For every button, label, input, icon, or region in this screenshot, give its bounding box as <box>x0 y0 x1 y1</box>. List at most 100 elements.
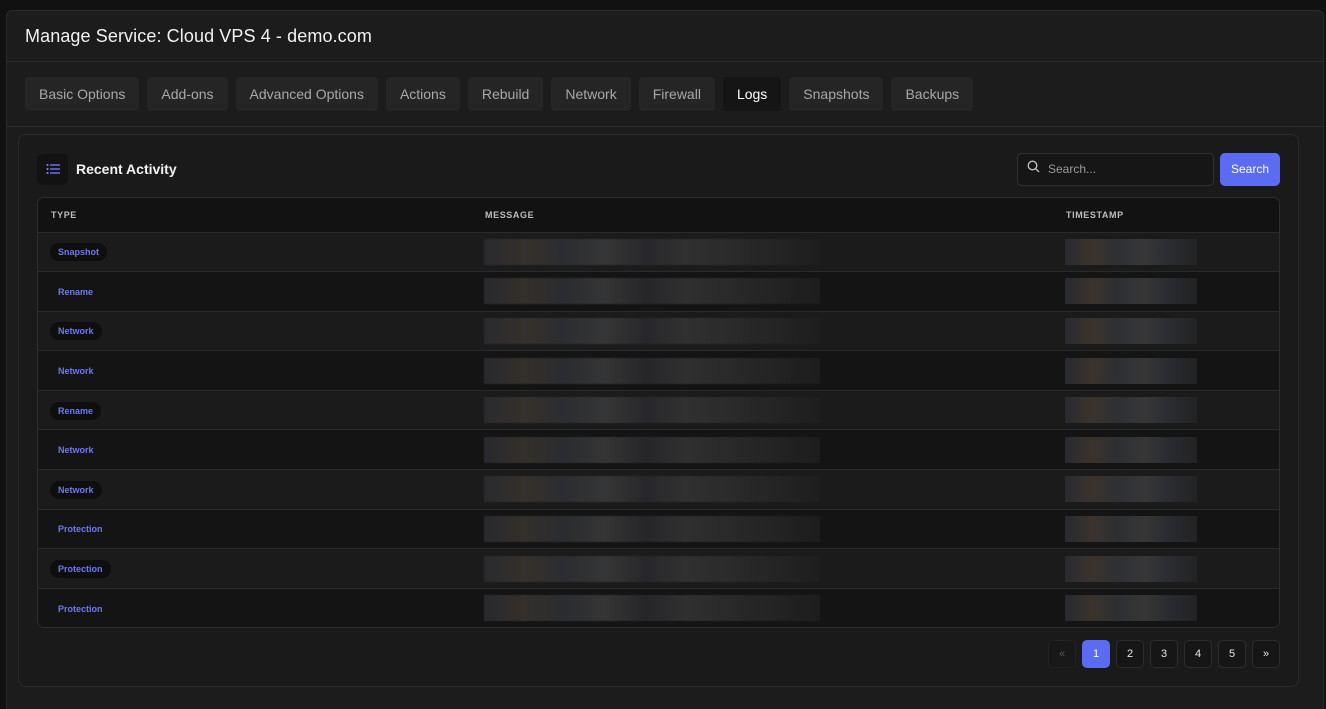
tab-bar: Basic Options Add-ons Advanced Options Acti… <box>7 62 1323 127</box>
table-row: Network <box>38 429 1279 470</box>
tab-network[interactable]: Network <box>551 77 631 111</box>
redacted-message <box>484 515 820 542</box>
type-cell: Rename <box>38 272 472 312</box>
timestamp-cell <box>1053 549 1279 589</box>
type-badge: Protection <box>58 524 103 535</box>
tab-advanced-options[interactable]: Advanced Options <box>235 77 378 111</box>
page-button-1[interactable]: 1 <box>1082 640 1110 668</box>
card-title: Recent Activity <box>76 161 177 177</box>
type-cell: Protection <box>38 588 472 627</box>
redacted-message <box>484 397 820 424</box>
table-row: Rename <box>38 271 1279 312</box>
page-button-5[interactable]: 5 <box>1218 640 1246 668</box>
table-row: Network <box>38 350 1279 391</box>
tab-logs[interactable]: Logs <box>722 77 782 111</box>
tab-basic-options[interactable]: Basic Options <box>25 77 140 111</box>
type-badge: Snapshot <box>50 243 108 262</box>
activity-table: TYPE MESSAGE TIMESTAMP Snapshot Rename Net… <box>37 197 1280 628</box>
redacted-timestamp <box>1065 595 1197 622</box>
table-row: Rename <box>38 390 1279 430</box>
page-button-3[interactable]: 3 <box>1150 640 1178 668</box>
timestamp-cell <box>1053 588 1279 627</box>
column-header-timestamp: TIMESTAMP <box>1053 198 1279 233</box>
timestamp-cell <box>1053 430 1279 470</box>
redacted-timestamp <box>1065 515 1197 542</box>
message-cell <box>472 351 1053 391</box>
page-prev-button[interactable]: « <box>1048 640 1076 668</box>
type-badge: Rename <box>58 286 94 297</box>
list-icon <box>37 153 68 185</box>
redacted-timestamp <box>1065 317 1197 344</box>
recent-activity-card: Recent Activity Search TYPE <box>18 134 1299 687</box>
type-cell: Rename <box>38 390 472 430</box>
redacted-timestamp <box>1065 278 1197 305</box>
type-badge: Rename <box>50 401 102 420</box>
type-badge: Network <box>50 480 102 499</box>
timestamp-cell <box>1053 470 1279 510</box>
message-cell <box>472 311 1053 351</box>
table-row: Network <box>38 469 1279 510</box>
redacted-message <box>484 595 820 622</box>
redacted-timestamp <box>1065 238 1197 265</box>
search-box[interactable] <box>1017 152 1214 186</box>
type-cell: Network <box>38 311 472 351</box>
timestamp-cell <box>1053 351 1279 391</box>
search-button[interactable]: Search <box>1220 152 1280 186</box>
tab-snapshots[interactable]: Snapshots <box>789 77 884 111</box>
message-cell <box>472 549 1053 589</box>
type-badge: Protection <box>58 603 103 614</box>
type-badge: Protection <box>50 560 111 579</box>
redacted-message <box>484 357 820 384</box>
timestamp-cell <box>1053 311 1279 351</box>
tab-add-ons[interactable]: Add-ons <box>147 77 228 111</box>
type-cell: Network <box>38 351 472 391</box>
table-header-row: TYPE MESSAGE TIMESTAMP <box>38 198 1279 233</box>
page-title: Manage Service: Cloud VPS 4 - demo.com <box>25 25 372 46</box>
pagination: «1 2 3 4 5» <box>1048 640 1280 668</box>
type-badge: Network <box>58 366 94 377</box>
tab-firewall[interactable]: Firewall <box>638 77 715 111</box>
table-row: Protection <box>38 588 1279 627</box>
redacted-message <box>484 476 820 503</box>
search-input[interactable] <box>1048 162 1198 176</box>
redacted-timestamp <box>1065 357 1197 384</box>
type-cell: Protection <box>38 549 472 589</box>
table-row: Protection <box>38 509 1279 549</box>
table-row: Snapshot <box>38 232 1279 272</box>
redacted-message <box>484 317 820 344</box>
message-cell <box>472 430 1053 470</box>
type-cell: Network <box>38 430 472 470</box>
message-cell <box>472 390 1053 430</box>
redacted-timestamp <box>1065 436 1197 463</box>
redacted-timestamp <box>1065 476 1197 503</box>
column-header-type: TYPE <box>38 198 472 233</box>
timestamp-cell <box>1053 509 1279 549</box>
type-cell: Protection <box>38 509 472 549</box>
message-cell <box>472 272 1053 312</box>
search-icon <box>1027 160 1040 178</box>
type-badge: Network <box>58 445 94 456</box>
type-cell: Snapshot <box>38 232 472 272</box>
redacted-message <box>484 436 820 463</box>
title-bar: Manage Service: Cloud VPS 4 - demo.com <box>7 11 1323 62</box>
redacted-timestamp <box>1065 397 1197 424</box>
type-badge: Network <box>50 322 102 341</box>
redacted-message <box>484 555 820 582</box>
tab-backups[interactable]: Backups <box>891 77 974 111</box>
tab-rebuild[interactable]: Rebuild <box>467 77 544 111</box>
timestamp-cell <box>1053 272 1279 312</box>
message-cell <box>472 509 1053 549</box>
timestamp-cell <box>1053 232 1279 272</box>
redacted-timestamp <box>1065 555 1197 582</box>
message-cell <box>472 232 1053 272</box>
page-next-button[interactable]: » <box>1252 640 1280 668</box>
timestamp-cell <box>1053 390 1279 430</box>
column-header-message: MESSAGE <box>472 198 1053 233</box>
redacted-message <box>484 278 820 305</box>
page-button-2[interactable]: 2 <box>1116 640 1144 668</box>
tab-actions[interactable]: Actions <box>385 77 460 111</box>
table-row: Protection <box>38 548 1279 589</box>
card-header: Recent Activity Search <box>37 152 1280 186</box>
message-cell <box>472 470 1053 510</box>
page-button-4[interactable]: 4 <box>1184 640 1212 668</box>
